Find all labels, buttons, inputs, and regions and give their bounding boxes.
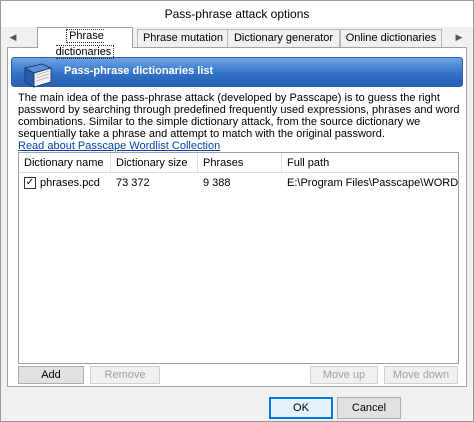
- window-title: Pass-phrase attack options: [1, 1, 473, 27]
- banner-title: Pass-phrase dictionaries list: [64, 65, 214, 77]
- dialog-window: Pass-phrase attack options ◀ Phrase dict…: [0, 0, 474, 422]
- tab-online-dictionaries[interactable]: Online dictionaries: [340, 29, 442, 47]
- tab-label: Phrase dictionaries: [55, 29, 115, 59]
- dictionaries-list[interactable]: Dictionary name Dictionary size Phrases …: [18, 152, 459, 364]
- tab-dictionary-generator[interactable]: Dictionary generator: [227, 29, 340, 47]
- column-dictionary-name[interactable]: Dictionary name: [19, 153, 111, 173]
- list-header: Dictionary name Dictionary size Phrases …: [19, 153, 458, 173]
- add-button[interactable]: Add: [18, 366, 84, 384]
- tab-scroll-left-icon[interactable]: ◀: [7, 30, 19, 44]
- column-full-path[interactable]: Full path: [282, 153, 458, 173]
- cell-full-path: E:\Program Files\Passcape\WORDPR...: [287, 177, 458, 189]
- section-banner: Pass-phrase dictionaries list: [11, 57, 463, 88]
- table-row[interactable]: ✓ phrases.pcd 73 372 9 388 E:\Program Fi…: [19, 174, 458, 192]
- cell-phrases: 9 388: [203, 177, 231, 189]
- description-text: The main idea of the pass-phrase attack …: [18, 92, 460, 140]
- move-down-button[interactable]: Move down: [384, 366, 458, 384]
- cell-dictionary-size: 73 372: [116, 177, 150, 189]
- cancel-button[interactable]: Cancel: [337, 397, 401, 419]
- ok-button[interactable]: OK: [269, 397, 333, 419]
- tab-phrase-mutation[interactable]: Phrase mutation: [137, 29, 229, 47]
- cell-dictionary-name: phrases.pcd: [40, 177, 100, 189]
- wordlist-collection-link[interactable]: Read about Passcape Wordlist Collection: [18, 140, 220, 152]
- book-icon: [23, 63, 53, 88]
- tab-strip: ◀ Phrase dictionaries Phrase mutation Di…: [1, 27, 473, 59]
- remove-button[interactable]: Remove: [90, 366, 160, 384]
- tab-scroll-right-icon[interactable]: ▶: [453, 30, 465, 44]
- move-up-button[interactable]: Move up: [310, 366, 378, 384]
- column-phrases[interactable]: Phrases: [198, 153, 282, 173]
- column-dictionary-size[interactable]: Dictionary size: [111, 153, 198, 173]
- tab-panel: Pass-phrase dictionaries list The main i…: [7, 47, 467, 387]
- tab-phrase-dictionaries[interactable]: Phrase dictionaries: [37, 27, 133, 59]
